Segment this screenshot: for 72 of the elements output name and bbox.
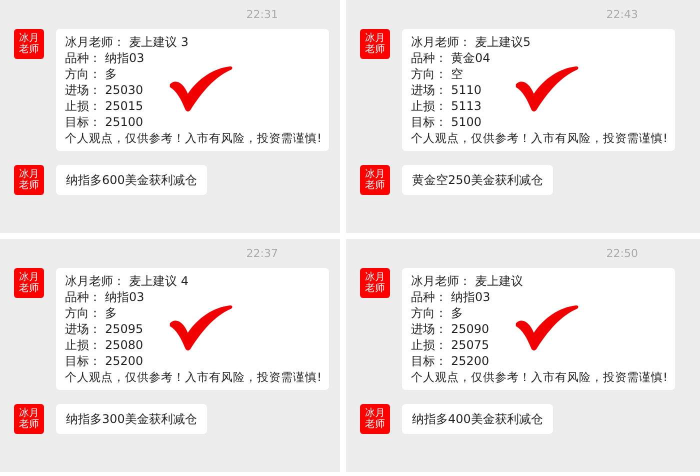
field-value: 25015 (105, 98, 144, 114)
field-label: 进场： (411, 321, 447, 337)
field-label: 进场： (65, 82, 101, 98)
field-value: 25075 (451, 337, 490, 353)
field-value: 纳指03 (105, 289, 144, 305)
field-label: 冰月老师： (65, 34, 125, 50)
field-value: 空 (451, 66, 463, 82)
avatar: 冰月老师 (14, 268, 44, 298)
field-value: 25100 (105, 114, 144, 130)
avatar: 冰月老师 (360, 404, 390, 434)
field-label: 品种： (65, 50, 101, 66)
field-value: 5100 (451, 114, 482, 130)
field-value: 黄金04 (451, 50, 490, 66)
message-bubble: 纳指多300美金获利减仓 (56, 404, 207, 434)
message-bubble: 黄金空250美金获利减仓 (402, 165, 553, 195)
avatar: 冰月老师 (14, 165, 44, 195)
field-label: 止损： (65, 337, 101, 353)
field-label: 目标： (411, 114, 447, 130)
field-label: 品种： (65, 289, 101, 305)
message-bubble: 纳指多400美金获利减仓 (402, 404, 553, 434)
field-value: 多 (105, 305, 117, 321)
checkmark-icon (514, 304, 580, 352)
field-value: 麦上建议 4 (129, 273, 188, 289)
field-value: 25095 (105, 321, 144, 337)
field-value: 25090 (451, 321, 490, 337)
field-value: 多 (105, 66, 117, 82)
disclaimer-text: 个人观点，仅供参考！入市有风险，投资需谨慎! (411, 130, 668, 146)
field-value: 25200 (451, 353, 490, 369)
avatar: 冰月老师 (14, 404, 44, 434)
field-label: 方向： (65, 305, 101, 321)
disclaimer-text: 个人观点，仅供参考！入市有风险，投资需谨慎! (411, 369, 668, 385)
field-value: 25080 (105, 337, 144, 353)
field-value: 25030 (105, 82, 144, 98)
checkmark-icon (514, 65, 580, 113)
disclaimer-text: 个人观点，仅供参考！入市有风险，投资需谨慎! (65, 369, 322, 385)
field-label: 品种： (411, 289, 447, 305)
field-label: 品种： (411, 50, 447, 66)
field-label: 止损： (65, 98, 101, 114)
timestamp: 22:31 (246, 8, 278, 21)
field-label: 冰月老师： (65, 273, 125, 289)
field-label: 进场： (411, 82, 447, 98)
field-value: 纳指03 (451, 289, 490, 305)
field-label: 止损： (411, 98, 447, 114)
message-bubble: 纳指多600美金获利减仓 (56, 165, 207, 195)
field-value: 5110 (451, 82, 482, 98)
field-label: 冰月老师： (411, 34, 471, 50)
avatar: 冰月老师 (360, 268, 390, 298)
avatar: 冰月老师 (360, 29, 390, 59)
field-label: 冰月老师： (411, 273, 471, 289)
field-value: 25200 (105, 353, 144, 369)
field-label: 方向： (65, 66, 101, 82)
field-label: 目标： (411, 353, 447, 369)
timestamp: 22:37 (246, 247, 278, 260)
field-label: 方向： (411, 66, 447, 82)
field-value: 麦上建议5 (475, 34, 531, 50)
field-value: 5113 (451, 98, 482, 114)
field-label: 止损： (411, 337, 447, 353)
disclaimer-text: 个人观点，仅供参考！入市有风险，投资需谨慎! (65, 130, 322, 146)
field-value: 麦上建议 3 (129, 34, 188, 50)
timestamp: 22:50 (606, 247, 638, 260)
field-value: 多 (451, 305, 463, 321)
checkmark-icon (168, 65, 234, 113)
field-label: 目标： (65, 353, 101, 369)
checkmark-icon (168, 304, 234, 352)
avatar: 冰月老师 (360, 165, 390, 195)
field-label: 目标： (65, 114, 101, 130)
field-label: 进场： (65, 321, 101, 337)
field-value: 麦上建议 (475, 273, 523, 289)
timestamp: 22:43 (606, 8, 638, 21)
field-value: 纳指03 (105, 50, 144, 66)
field-label: 方向： (411, 305, 447, 321)
avatar: 冰月老师 (14, 29, 44, 59)
